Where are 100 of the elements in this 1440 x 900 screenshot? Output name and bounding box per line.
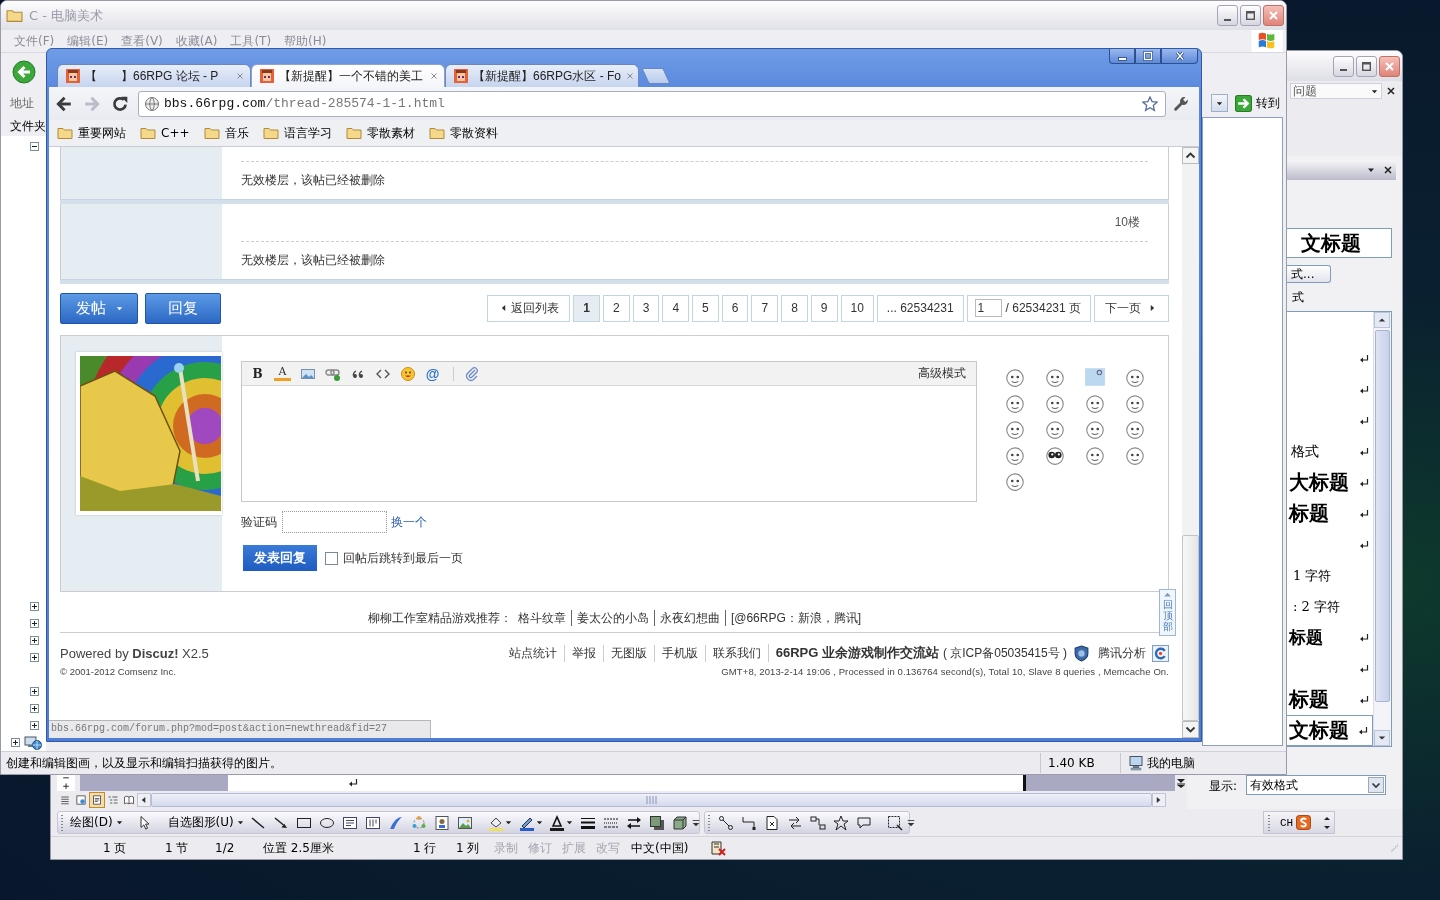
caret-icon[interactable] (505, 819, 513, 826)
page-link[interactable]: 5 (692, 294, 719, 322)
swap-arrows-icon[interactable] (786, 814, 803, 831)
style-item[interactable]: 标题 (1287, 622, 1373, 653)
site-name-link[interactable]: 66RPG 业余游戏制作交流站 (767, 644, 943, 662)
horizontal-scrollbar[interactable] (151, 793, 1152, 807)
back-to-list-button[interactable]: 返回列表 (487, 294, 571, 322)
plus-box-icon[interactable] (30, 704, 39, 713)
browser-tab[interactable]: 【 】66RPG 论坛 - P (57, 64, 251, 87)
plus-box-icon[interactable] (11, 738, 20, 747)
plus-box-icon[interactable] (30, 687, 39, 696)
star-icon[interactable] (832, 814, 849, 831)
scroll-down-icon[interactable] (1182, 721, 1199, 738)
close-button[interactable] (1379, 55, 1400, 77)
page-number-field[interactable]: 1 (974, 299, 1002, 317)
help-question-field[interactable]: 问题 (1290, 83, 1382, 99)
maximize-button[interactable] (1356, 55, 1377, 77)
minimize-button[interactable] (1333, 55, 1354, 77)
new-tab-button[interactable] (641, 68, 671, 84)
page-link[interactable]: 2 (603, 294, 630, 322)
bookmark-folder[interactable]: 重要网站 (56, 124, 127, 142)
address-dropdown-button[interactable] (1211, 94, 1228, 112)
checkbox[interactable] (325, 551, 338, 565)
current-style-field[interactable]: 文标题 (1287, 228, 1392, 258)
emoticon-icon[interactable] (1044, 444, 1066, 466)
grip-icon[interactable] (60, 813, 64, 832)
page-link[interactable]: 4 (662, 294, 690, 322)
connected-nodes-icon[interactable] (717, 814, 734, 831)
address-bar[interactable]: bbs.66rpg.com/thread-285574-1-1.html (138, 90, 1166, 117)
style-item[interactable]: 标题 (1287, 684, 1373, 715)
s-logo-icon[interactable] (1296, 815, 1312, 830)
social-links-text[interactable]: [@66RPG：新浪，腾讯] (724, 610, 862, 626)
grip-icon[interactable] (1267, 813, 1271, 832)
draw-menu[interactable]: 绘图(D) (67, 814, 126, 831)
bookmark-folder[interactable]: C++ (139, 125, 191, 141)
minimize-button[interactable] (1217, 5, 1238, 26)
wrench-icon[interactable] (1173, 95, 1190, 112)
page-link[interactable]: 3 (632, 294, 660, 322)
font-color-button[interactable]: A (274, 366, 291, 381)
footer-link[interactable]: 联系我们 (704, 644, 768, 662)
checkbox-label[interactable]: 回帖后跳转到最后一页 (343, 549, 463, 567)
reload-icon[interactable] (111, 94, 129, 113)
double-caret-icon[interactable] (1176, 777, 1186, 788)
resize-grip-icon[interactable] (1388, 842, 1400, 854)
input-language-label[interactable]: CH (1280, 816, 1294, 829)
browser-tab[interactable]: 【新提醒】一个不错的美工 (251, 64, 445, 87)
shield-icon[interactable] (1073, 644, 1090, 662)
dashed-frame-icon[interactable] (886, 814, 903, 831)
back-to-top-button[interactable]: 回顶部 (1159, 589, 1176, 636)
bookmark-folder[interactable]: 零散资料 (427, 124, 499, 142)
page-link[interactable]: 10 (840, 294, 874, 322)
cube-icon[interactable] (671, 814, 688, 831)
format-button[interactable]: 式... (1287, 265, 1331, 283)
scrollbar[interactable] (1373, 312, 1391, 746)
shadow-square-icon[interactable] (648, 814, 665, 831)
double-arrow-icon[interactable] (625, 814, 642, 831)
back-icon[interactable] (55, 94, 73, 113)
browser-tab[interactable]: 【新提醒】66RPG水区 - Fo (445, 64, 639, 87)
mention-button[interactable]: @ (424, 365, 441, 382)
maximize-button[interactable] (1240, 5, 1261, 26)
go-button[interactable]: 转到 (1233, 93, 1282, 113)
page-link[interactable]: 9 (810, 294, 838, 322)
scroll-thumb[interactable] (1182, 535, 1199, 721)
page-link[interactable]: 8 (781, 294, 808, 322)
bookmark-folder[interactable]: 音乐 (202, 124, 250, 142)
close-icon[interactable] (1384, 166, 1392, 174)
next-page-button[interactable]: 下一页 (1094, 294, 1169, 322)
picture-icon[interactable] (457, 814, 474, 831)
grip-icon[interactable] (707, 813, 711, 832)
web-page-icon[interactable] (73, 792, 89, 808)
maximize-button[interactable] (1135, 49, 1161, 64)
plus-box-icon[interactable] (30, 619, 39, 628)
vertical-text-box-icon[interactable] (365, 814, 382, 831)
minus-box-icon[interactable] (30, 142, 39, 151)
style-item[interactable]: 标题 (1287, 498, 1373, 529)
footer-link[interactable]: 无图版 (602, 644, 654, 662)
advanced-mode-link[interactable]: 高级模式 (918, 365, 966, 382)
game-link[interactable]: 格斗纹章 (511, 610, 571, 626)
scroll-right-icon[interactable] (1152, 793, 1166, 807)
picture-tile-icon[interactable] (1084, 366, 1106, 388)
footer-link[interactable]: 手机版 (653, 644, 705, 662)
book-cross-icon[interactable] (710, 840, 726, 856)
plus-box-icon[interactable] (30, 636, 39, 645)
style-item[interactable]: 格式 (1287, 436, 1373, 467)
plus-box-icon[interactable] (30, 602, 39, 611)
page-icon[interactable] (89, 792, 105, 808)
close-icon[interactable] (1387, 87, 1395, 95)
close-button[interactable] (1263, 5, 1284, 26)
captcha-input-field[interactable] (282, 511, 387, 533)
footer-link[interactable]: 举报 (563, 644, 603, 662)
bookmark-folder[interactable]: 语言学习 (261, 124, 333, 142)
close-button[interactable] (1161, 49, 1198, 64)
submit-reply-button[interactable]: 发表回复 (243, 545, 317, 571)
style-item[interactable]: : 2 字符 (1287, 591, 1373, 622)
display-select[interactable]: 有效格式 (1246, 775, 1387, 795)
plus-box-icon[interactable] (30, 721, 39, 730)
paperclip-icon[interactable] (463, 365, 480, 382)
diagram-icon[interactable] (411, 814, 428, 831)
game-link[interactable]: 永夜幻想曲 (653, 610, 725, 626)
flowchart-icon[interactable] (809, 814, 826, 831)
